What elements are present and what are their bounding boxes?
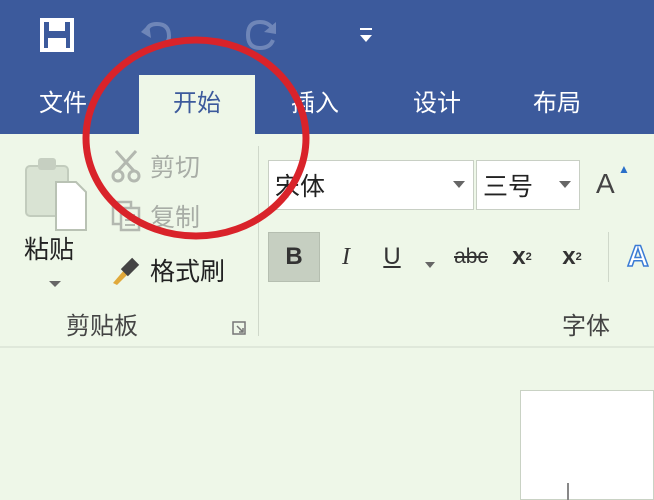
format-painter-icon — [108, 252, 144, 288]
superscript-label: x — [562, 243, 576, 270]
document-page[interactable] — [520, 390, 654, 500]
font-size-combo[interactable]: 三号 — [476, 160, 580, 210]
underline-button[interactable]: U — [372, 232, 412, 282]
font-name-combo[interactable]: 宋体 — [268, 160, 474, 210]
undo-icon[interactable] — [134, 14, 180, 56]
grow-font-arrow-icon: ▲ — [618, 162, 630, 176]
superscript-mark: 2 — [575, 251, 582, 263]
text-effects-label: A — [626, 239, 649, 274]
copy-icon — [108, 198, 144, 234]
format-painter-button[interactable]: 格式刷 — [108, 252, 225, 288]
font-size-value: 三号 — [483, 172, 534, 201]
bold-button[interactable]: B — [268, 232, 320, 282]
clipboard-dialog-launcher-icon[interactable] — [232, 320, 246, 335]
subscript-mark: 2 — [525, 251, 532, 263]
superscript-button[interactable]: x2 — [552, 232, 592, 282]
copy-button[interactable]: 复制 — [108, 198, 200, 234]
italic-label: I — [342, 243, 350, 270]
button-separator — [608, 232, 609, 282]
paste-dropdown-arrow[interactable] — [48, 274, 62, 293]
underline-label: U — [383, 243, 401, 270]
text-cursor — [567, 483, 569, 500]
underline-dropdown-arrow[interactable] — [424, 254, 436, 273]
strikethrough-button[interactable]: abc — [446, 232, 496, 282]
strikethrough-label: abc — [454, 245, 488, 268]
tab-home[interactable]: 开始 — [139, 75, 255, 134]
italic-button[interactable]: I — [326, 232, 366, 282]
format-painter-label: 格式刷 — [150, 257, 226, 286]
ribbon-tab-bar: 文件 开始 插入 设计 布局 — [0, 75, 654, 134]
cut-label: 剪切 — [150, 153, 201, 182]
tab-layout[interactable]: 布局 — [514, 75, 600, 134]
cut-button[interactable]: 剪切 — [108, 148, 200, 184]
subscript-label: x — [512, 243, 526, 270]
document-area[interactable] — [0, 350, 654, 500]
bold-label: B — [285, 243, 303, 270]
grow-font-button[interactable]: A ▲ — [596, 162, 630, 200]
subscript-button[interactable]: x2 — [502, 232, 542, 282]
ribbon-home: 粘贴 剪切 复制 格式刷 剪贴板 宋体 三号 A ▲ B I U abc x 2… — [0, 134, 654, 348]
tab-design[interactable]: 设计 — [394, 75, 480, 134]
customize-quick-access-icon[interactable] — [354, 14, 378, 56]
font-name-value: 宋体 — [275, 172, 326, 201]
grow-font-label: A — [596, 168, 615, 199]
tab-file[interactable]: 文件 — [20, 75, 106, 134]
text-effects-button[interactable]: A — [622, 232, 654, 282]
chevron-down-icon[interactable] — [559, 181, 571, 188]
paste-label[interactable]: 粘贴 — [24, 230, 74, 266]
redo-icon[interactable] — [240, 14, 284, 56]
tab-insert[interactable]: 插入 — [272, 75, 358, 134]
copy-label: 复制 — [150, 203, 201, 232]
font-group-label: 字体 — [562, 312, 610, 340]
group-separator — [258, 146, 259, 336]
scissors-icon — [108, 148, 144, 184]
save-icon[interactable] — [36, 14, 78, 56]
chevron-down-icon[interactable] — [453, 181, 465, 188]
clipboard-group-label: 剪贴板 — [66, 312, 138, 340]
title-bar — [0, 0, 654, 75]
